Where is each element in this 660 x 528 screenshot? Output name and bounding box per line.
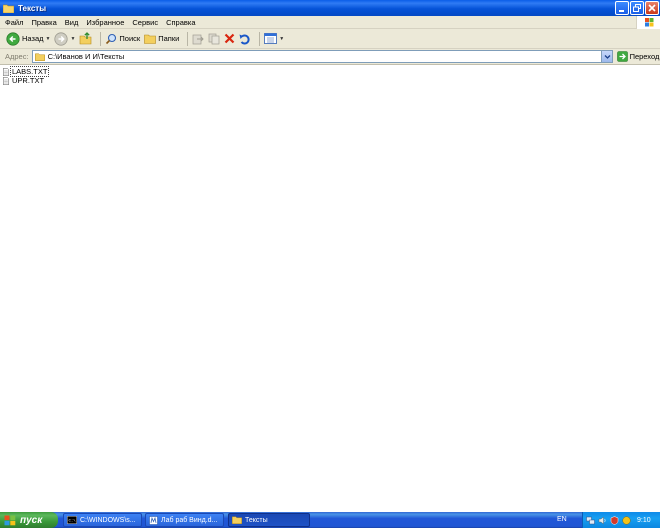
delete-button[interactable] — [224, 33, 235, 44]
undo-button[interactable] — [239, 33, 251, 45]
copy-to-icon — [208, 33, 220, 44]
chevron-down-icon — [604, 55, 611, 59]
taskbar-button-word[interactable]: Лаб раб Винд.d... — [145, 513, 224, 527]
menu-help[interactable]: Справка — [166, 18, 195, 27]
window-title: Тексты — [18, 3, 47, 13]
windows-logo — [636, 16, 660, 29]
word-document-icon — [149, 515, 158, 525]
toolbar-separator — [259, 31, 261, 46]
antivirus-icon[interactable] — [622, 515, 631, 525]
toolbar-separator — [100, 31, 102, 46]
chevron-down-icon[interactable]: ▼ — [46, 36, 51, 42]
search-icon — [106, 33, 117, 44]
delete-x-icon — [225, 33, 235, 44]
folder-icon — [34, 53, 45, 61]
language-indicator[interactable]: EN — [557, 516, 567, 523]
minimize-button[interactable] — [615, 1, 629, 15]
list-item[interactable]: LABS.TXT — [3, 66, 50, 77]
back-label: Назад — [22, 34, 44, 43]
move-to-button[interactable] — [192, 33, 205, 45]
title-bar[interactable]: Тексты — [0, 0, 660, 16]
chevron-down-icon[interactable]: ▼ — [70, 36, 75, 42]
folder-icon — [232, 516, 242, 524]
address-input[interactable]: C:\Иванов И И\Тексты — [31, 50, 613, 63]
views-button[interactable]: ▼ — [264, 33, 284, 44]
windows-flag-icon — [645, 18, 654, 27]
task-label: C:\WINDOWS\s... — [80, 516, 136, 524]
menu-favorites[interactable]: Избранное — [86, 18, 124, 27]
search-label: Поиск — [119, 34, 141, 43]
close-button[interactable] — [645, 1, 659, 15]
move-to-icon — [192, 34, 205, 44]
address-label: Адрес: — [5, 52, 29, 61]
file-name: UPR.TXT — [12, 76, 45, 85]
folders-label: Папки — [158, 34, 180, 43]
folders-icon — [144, 34, 157, 44]
address-dropdown-button[interactable] — [600, 51, 612, 62]
back-button[interactable]: Назад ▼ — [6, 31, 51, 46]
go-label: Переход — [629, 52, 660, 61]
address-bar: Адрес: C:\Иванов И И\Тексты Переход — [0, 49, 660, 65]
clock[interactable]: 9:10 — [637, 517, 651, 524]
search-button[interactable]: Поиск — [105, 33, 140, 45]
maximize-button[interactable] — [630, 1, 644, 15]
menu-edit[interactable]: Правка — [31, 18, 56, 27]
console-icon: C:\ — [67, 516, 77, 524]
folder-icon — [3, 4, 14, 13]
volume-icon[interactable] — [598, 516, 607, 525]
taskbar: пуск C:\ C:\WINDOWS\s... Лаб раб Винд.d.… — [0, 512, 660, 528]
system-tray: 9:10 — [582, 512, 660, 528]
copy-to-button[interactable] — [208, 33, 220, 45]
chevron-down-icon[interactable]: ▼ — [279, 36, 284, 42]
file-list-pane[interactable]: LABS.TXT UPR.TXT — [0, 65, 660, 512]
views-icon — [264, 33, 278, 44]
up-folder-button[interactable] — [79, 32, 92, 45]
close-icon — [648, 4, 656, 12]
list-item[interactable]: UPR.TXT — [3, 76, 45, 85]
folders-button[interactable]: Папки — [144, 33, 179, 44]
security-shield-icon[interactable] — [610, 515, 619, 525]
menu-file[interactable]: Файл — [5, 18, 23, 27]
start-button[interactable]: пуск — [0, 512, 58, 528]
undo-icon — [239, 34, 250, 44]
network-icon[interactable] — [586, 516, 595, 525]
task-label: Тексты — [245, 516, 268, 524]
taskbar-button-console[interactable]: C:\ C:\WINDOWS\s... — [63, 513, 142, 527]
menu-tools[interactable]: Сервис — [132, 18, 158, 27]
toolbar-separator — [187, 31, 189, 46]
task-label: Лаб раб Винд.d... — [161, 516, 218, 524]
taskbar-button-texts[interactable]: Тексты — [228, 513, 310, 527]
menu-bar: Файл Правка Вид Избранное Сервис Справка — [0, 16, 660, 29]
file-name: LABS.TXT — [9, 66, 50, 77]
go-button[interactable]: Переход — [616, 51, 660, 62]
forward-button[interactable]: ▼ — [54, 31, 75, 46]
go-arrow-icon — [616, 51, 628, 62]
svg-text:C:\: C:\ — [69, 519, 77, 524]
start-label: пуск — [20, 514, 43, 526]
restore-icon — [633, 4, 641, 12]
address-path: C:\Иванов И И\Тексты — [47, 52, 125, 61]
back-arrow-icon — [6, 31, 20, 46]
text-file-icon — [3, 67, 9, 76]
text-file-icon — [3, 76, 9, 85]
forward-arrow-icon — [54, 31, 69, 46]
windows-flag-icon — [4, 515, 16, 525]
folder-up-icon — [80, 32, 92, 45]
menu-view[interactable]: Вид — [65, 18, 79, 27]
toolbar: Назад ▼ ▼ Поиск Папки ▼ — [0, 29, 660, 49]
minimize-icon — [619, 10, 624, 12]
